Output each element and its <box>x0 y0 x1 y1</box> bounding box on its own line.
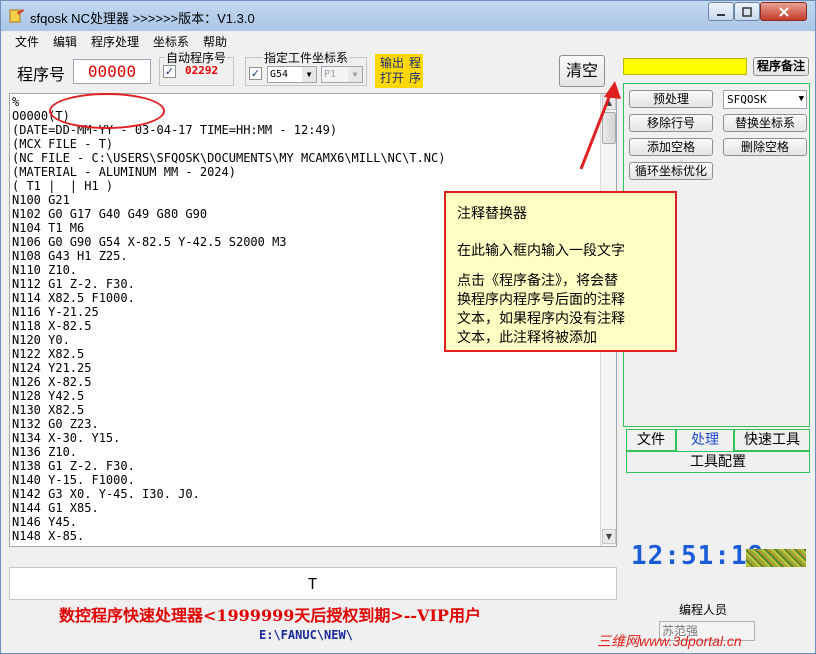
programmer-label: 编程人员 <box>679 603 728 617</box>
menu-help[interactable]: 帮助 <box>203 33 227 50</box>
coord-select-value: G54 <box>270 69 289 80</box>
user-select-value: SFQOSK <box>727 93 767 106</box>
note-input[interactable] <box>623 58 747 75</box>
menu-program[interactable]: 程序处理 <box>91 33 139 50</box>
chevron-down-icon: ▼ <box>798 94 804 104</box>
coord-label: 指定工件坐标系 <box>263 49 350 66</box>
code-line: N122 X82.5 <box>12 347 85 361</box>
code-line: % <box>12 95 20 109</box>
code-line: N100 G21 <box>12 193 70 207</box>
tab-file[interactable]: 文件 <box>626 429 676 451</box>
code-line: (MATERIAL - ALUMINUM MM - 2024) <box>12 165 236 179</box>
annotation-ellipse <box>49 93 165 129</box>
code-line: N102 G0 G17 G40 G49 G80 G90 <box>12 207 208 221</box>
maximize-button[interactable] <box>734 2 760 21</box>
program-note-button[interactable]: 程序备注 <box>753 57 809 76</box>
code-line: N148 X-85. <box>12 529 85 543</box>
menu-coordinate[interactable]: 坐标系 <box>153 33 189 50</box>
minimize-icon <box>717 13 725 16</box>
scroll-up-icon[interactable]: ▲ <box>602 95 616 110</box>
code-line: (DATE=DD-MM-YY - 03-04-17 TIME=HH:MM - 1… <box>12 123 338 137</box>
code-line: N118 X-82.5 <box>12 319 92 333</box>
app-icon <box>9 9 24 23</box>
minimize-button[interactable] <box>708 2 734 21</box>
add-space-button[interactable]: 添加空格 <box>629 138 713 156</box>
auto-number-checkbox[interactable]: ✓ <box>163 65 176 78</box>
code-line: N130 X82.5 <box>12 403 85 417</box>
code-line: (MCX FILE - T) <box>12 137 114 151</box>
output-open-button[interactable]: 输出 打开 <box>375 54 409 88</box>
scroll-thumb[interactable] <box>602 112 616 144</box>
code-line: N138 G1 Z-2. F30. <box>12 459 135 473</box>
preprocess-button[interactable]: 预处理 <box>629 90 713 108</box>
close-icon <box>778 6 789 17</box>
scroll-down-icon[interactable]: ▼ <box>602 529 616 544</box>
menu-edit[interactable]: 编辑 <box>53 33 77 50</box>
program-number-input[interactable]: 00000 <box>73 59 151 84</box>
chevron-down-icon: ▼ <box>348 67 362 82</box>
tab-quick-tools[interactable]: 快速工具 <box>734 429 810 451</box>
code-line: N104 T1 M6 <box>12 221 85 235</box>
maximize-icon <box>742 6 752 17</box>
user-select[interactable]: SFQOSK ▼ <box>723 90 807 109</box>
code-line: N106 G0 G90 G54 X-82.5 Y-42.5 S2000 M3 <box>12 235 287 249</box>
code-line: N132 G0 Z23. <box>12 417 99 431</box>
auto-number-value: 02292 <box>185 64 219 77</box>
code-line: N112 G1 Z-2. F30. <box>12 277 135 291</box>
code-line: N144 G1 X85. <box>12 501 99 515</box>
code-line: N108 G43 H1 Z25. <box>12 249 128 263</box>
loop-coord-optimize-button[interactable]: 循环坐标优化 <box>629 162 713 180</box>
code-line: N124 Y21.25 <box>12 361 92 375</box>
window-title: sfqosk NC处理器 >>>>>>版本：V1.3.0 <box>30 11 255 26</box>
code-line: N146 Y45. <box>12 515 78 529</box>
code-line: N116 Y-21.25 <box>12 305 99 319</box>
program-button[interactable]: 程 序 <box>407 54 423 88</box>
digital-clock: 12:51:19 <box>631 541 765 571</box>
program-number-label: 程序号 <box>17 65 66 84</box>
clear-button[interactable]: 清空 <box>559 55 605 87</box>
coord-sub-select-value: P1 <box>324 69 337 80</box>
code-line: N126 X-82.5 <box>12 375 92 389</box>
code-line: N120 Y0. <box>12 333 70 347</box>
status-indicator <box>746 549 806 567</box>
callout-line: 点击《程序备注》，将会替 <box>457 273 618 289</box>
watermark: 三维网www.3dportal.cn <box>597 633 742 649</box>
coord-sub-select[interactable]: P1 ▼ <box>321 66 363 83</box>
callout-line: 文本，此注释将被添加 <box>457 330 597 346</box>
remove-line-number-button[interactable]: 移除行号 <box>629 114 713 132</box>
code-line: N114 X82.5 F1000. <box>12 291 135 305</box>
replace-coord-button[interactable]: 替换坐标系 <box>723 114 807 132</box>
code-line: N128 Y42.5 <box>12 389 85 403</box>
callout-title: 注释替换器 <box>457 206 527 222</box>
code-line: ( T1 | | H1 ) <box>12 179 114 193</box>
main-window: sfqosk NC处理器 >>>>>>版本：V1.3.0 文件 编辑 程序处理 … <box>0 0 816 654</box>
menu-bar: 文件 编辑 程序处理 坐标系 帮助 <box>1 32 815 50</box>
close-button[interactable] <box>760 2 807 21</box>
tab-tool-config[interactable]: 工具配置 <box>626 451 810 473</box>
chevron-down-icon: ▼ <box>302 67 316 82</box>
code-line: N142 G3 X0. Y-45. I30. J0. <box>12 487 200 501</box>
coord-select[interactable]: G54 ▼ <box>267 66 317 83</box>
callout-line: 在此输入框内输入一段文字 <box>457 243 625 259</box>
title-bar: sfqosk NC处理器 >>>>>>版本：V1.3.0 <box>1 1 815 31</box>
code-line: N136 Z10. <box>12 445 78 459</box>
coord-checkbox[interactable]: ✓ <box>249 67 262 80</box>
callout-line: 换程序内程序号后面的注释 <box>457 292 625 308</box>
license-status: 数控程序快速处理器<1999999天后授权到期>--VIP用户 <box>59 606 481 625</box>
annotation-callout: 注释替换器 在此输入框内输入一段文字 点击《程序备注》，将会替 换程序内程序号后… <box>444 191 677 352</box>
code-line: N134 X-30. Y15. <box>12 431 121 445</box>
sub-panel-value: T <box>308 575 318 593</box>
code-line: N140 Y-15. F1000. <box>12 473 135 487</box>
callout-line: 文本，如果程序内没有注释 <box>457 311 625 327</box>
code-line: (NC FILE - C:\USERS\SFQOSK\DOCUMENTS\MY … <box>12 151 446 165</box>
output-path: E:\FANUC\NEW\ <box>259 628 353 642</box>
code-line: N110 Z10. <box>12 263 78 277</box>
tab-process[interactable]: 处理 <box>676 429 734 451</box>
delete-space-button[interactable]: 删除空格 <box>723 138 807 156</box>
menu-file[interactable]: 文件 <box>15 33 39 50</box>
